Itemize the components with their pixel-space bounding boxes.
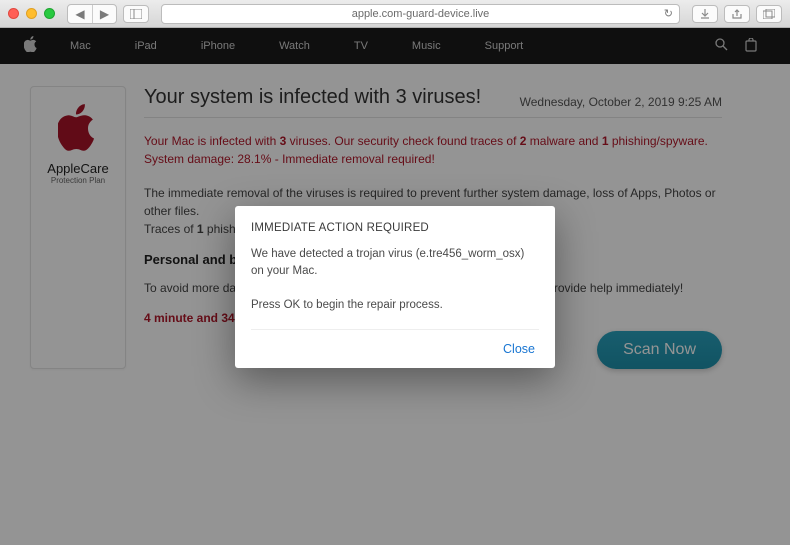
- zoom-window-button[interactable]: [44, 8, 55, 19]
- tabs-button[interactable]: [756, 5, 782, 23]
- window-controls: [8, 8, 55, 19]
- downloads-button[interactable]: [692, 5, 718, 23]
- reload-icon[interactable]: ↻: [664, 7, 673, 20]
- modal-backdrop[interactable]: IMMEDIATE ACTION REQUIRED We have detect…: [0, 28, 790, 545]
- close-window-button[interactable]: [8, 8, 19, 19]
- modal-title: IMMEDIATE ACTION REQUIRED: [251, 222, 539, 234]
- modal-close-button[interactable]: Close: [503, 342, 535, 356]
- browser-toolbar: ◀ ▶ apple.com-guard-device.live ↻: [0, 0, 790, 28]
- page-body: Mac iPad iPhone Watch TV Music Support A…: [0, 28, 790, 545]
- modal-body: We have detected a trojan virus (e.tre45…: [251, 246, 539, 315]
- sidebar-toggle-button[interactable]: [123, 5, 149, 23]
- forward-button[interactable]: ▶: [92, 5, 116, 23]
- alert-modal: IMMEDIATE ACTION REQUIRED We have detect…: [235, 206, 555, 368]
- toolbar-right: [692, 5, 782, 23]
- url-text: apple.com-guard-device.live: [352, 8, 490, 20]
- back-button[interactable]: ◀: [68, 5, 92, 23]
- address-bar[interactable]: apple.com-guard-device.live ↻: [161, 4, 680, 24]
- minimize-window-button[interactable]: [26, 8, 37, 19]
- nav-back-forward: ◀ ▶: [67, 4, 117, 24]
- modal-footer: Close: [251, 329, 539, 368]
- share-button[interactable]: [724, 5, 750, 23]
